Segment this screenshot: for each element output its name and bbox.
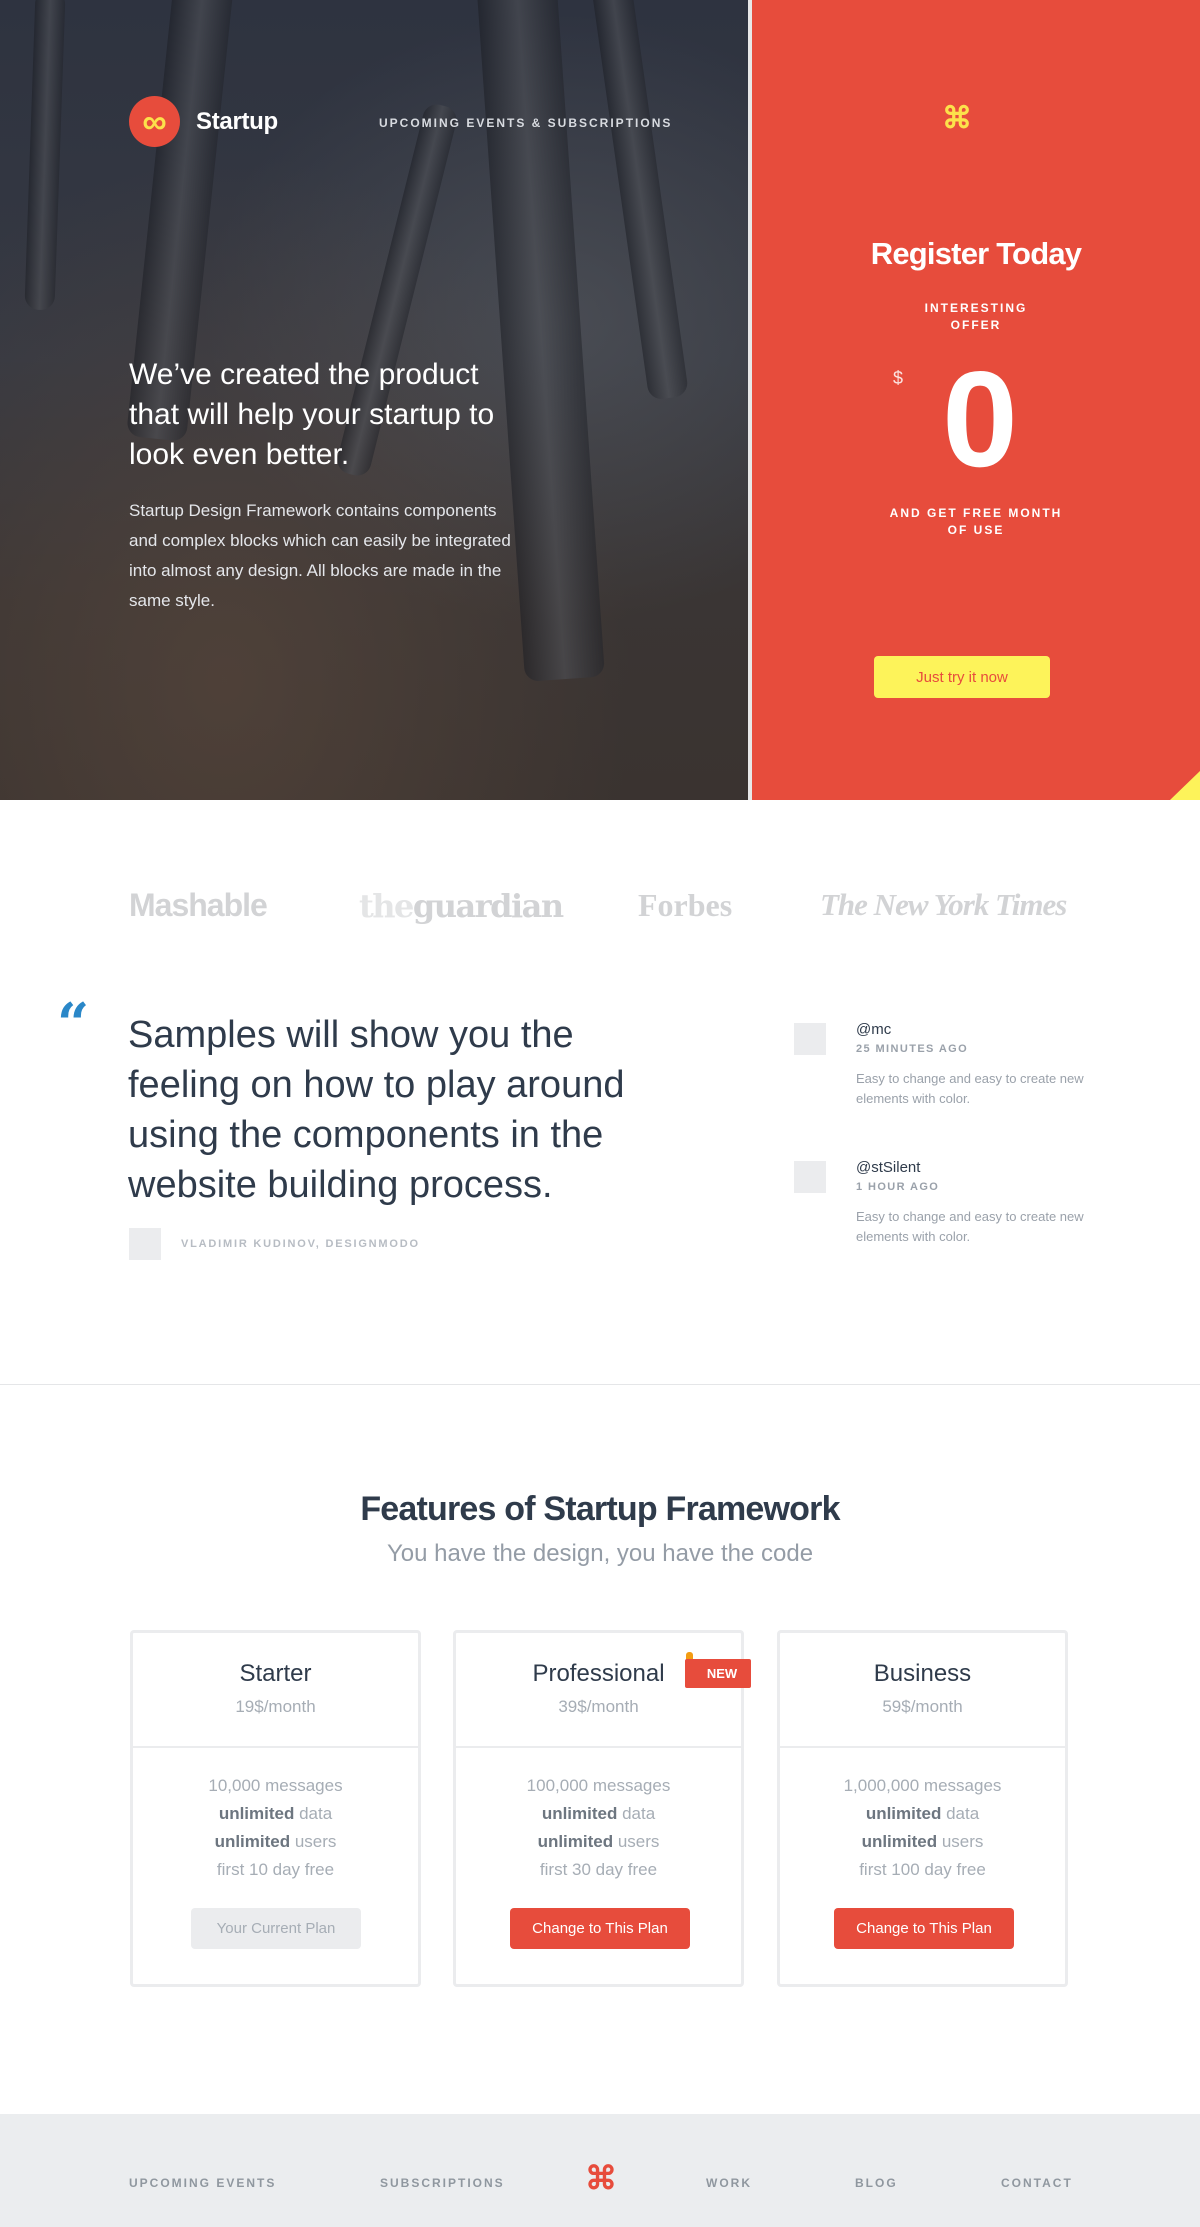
footer-link-contact[interactable]: CONTACT [1001, 2176, 1073, 2190]
hero-heading: We’ve created the product that will help… [129, 358, 495, 471]
plan-price: 59$/month [882, 1697, 963, 1716]
avatar [794, 1023, 826, 1055]
press-logo-forbes: Forbes [638, 887, 733, 923]
current-plan-button[interactable]: Your Current Plan [191, 1908, 361, 1949]
register-title: Register Today [870, 236, 1082, 271]
corner-fold [1170, 771, 1200, 800]
plan-name: Starter [239, 1660, 312, 1687]
plan-price: 39$/month [558, 1697, 639, 1716]
plan-name: Business [873, 1660, 972, 1687]
tweet-body: Easy to change and easy to create new el… [856, 1071, 1084, 1106]
change-plan-button[interactable]: Change to This Plan [834, 1908, 1014, 1949]
offer-label: INTERESTING OFFER [924, 301, 1028, 332]
footer-link-subscriptions[interactable]: SUBSCRIPTIONS [380, 2176, 505, 2190]
nav-upcoming-events-subscriptions[interactable]: UPCOMING EVENTS & SUBSCRIPTIONS [379, 116, 672, 130]
command-icon[interactable]: ⌘ [942, 104, 972, 134]
tweet-handle[interactable]: @stSilent [856, 1159, 920, 1176]
new-badge: NEW [685, 1659, 751, 1688]
footer-link-work[interactable]: WORK [706, 2176, 752, 2190]
press-logo-mashable: Mashable [129, 887, 268, 923]
footer-link-blog[interactable]: BLOG [855, 2176, 898, 2190]
command-icon[interactable]: ⌘ [585, 2162, 617, 2194]
plan-price: 19$/month [235, 1697, 316, 1716]
testimonial-quote: Samples will show you the feeling on how… [128, 1014, 625, 1206]
plan-features: 10,000 messages unlimited data unlimited… [208, 1776, 343, 1879]
brand-name: Startup [196, 107, 278, 135]
infinity-icon: ∞ [129, 96, 180, 147]
features-title: Features of Startup Framework [360, 1490, 840, 1528]
testimonial-author: VLADIMIR KUDINOV, DESIGNMODO [181, 1238, 420, 1250]
brand-logo[interactable]: ∞ Startup [129, 96, 278, 147]
hero-section: ∞ Startup UPCOMING EVENTS & SUBSCRIPTION… [0, 0, 1200, 800]
tweet-time: 25 MINUTES AGO [856, 1043, 969, 1055]
footer-link-upcoming-events[interactable]: UPCOMING EVENTS [129, 2176, 276, 2190]
price-value: 0 [942, 343, 1018, 495]
tweet-handle[interactable]: @mc [856, 1021, 891, 1038]
avatar [794, 1161, 826, 1193]
avatar [129, 1228, 161, 1260]
hero-description: Startup Design Framework contains compon… [129, 501, 511, 610]
plan-features: 1,000,000 messages unlimited data unlimi… [843, 1776, 1002, 1879]
plan-card-business: Business 59$/month 1,000,000 messages un… [777, 1630, 1068, 1987]
change-plan-button[interactable]: Change to This Plan [510, 1908, 690, 1949]
free-month-label: AND GET FREE MONTH OF USE [889, 506, 1063, 537]
footer: UPCOMING EVENTS SUBSCRIPTIONS ⌘ WORK BLO… [0, 2114, 1200, 2227]
tweet-body: Easy to change and easy to create new el… [856, 1209, 1084, 1244]
quote-icon: “ [57, 991, 90, 1057]
plan-features: 100,000 messages unlimited data unlimite… [526, 1776, 671, 1879]
section-divider [0, 1384, 1200, 1385]
features-subtitle: You have the design, you have the code [386, 1540, 814, 1567]
plan-card-starter: Starter 19$/month 10,000 messages unlimi… [130, 1630, 421, 1987]
tweet-time: 1 HOUR AGO [856, 1181, 940, 1193]
try-it-now-button[interactable]: Just try it now [874, 656, 1050, 698]
price-currency: $ [893, 368, 904, 388]
press-logo-nyt: The New York Times [820, 887, 1067, 922]
press-logo-guardian: theguardian [359, 887, 564, 925]
